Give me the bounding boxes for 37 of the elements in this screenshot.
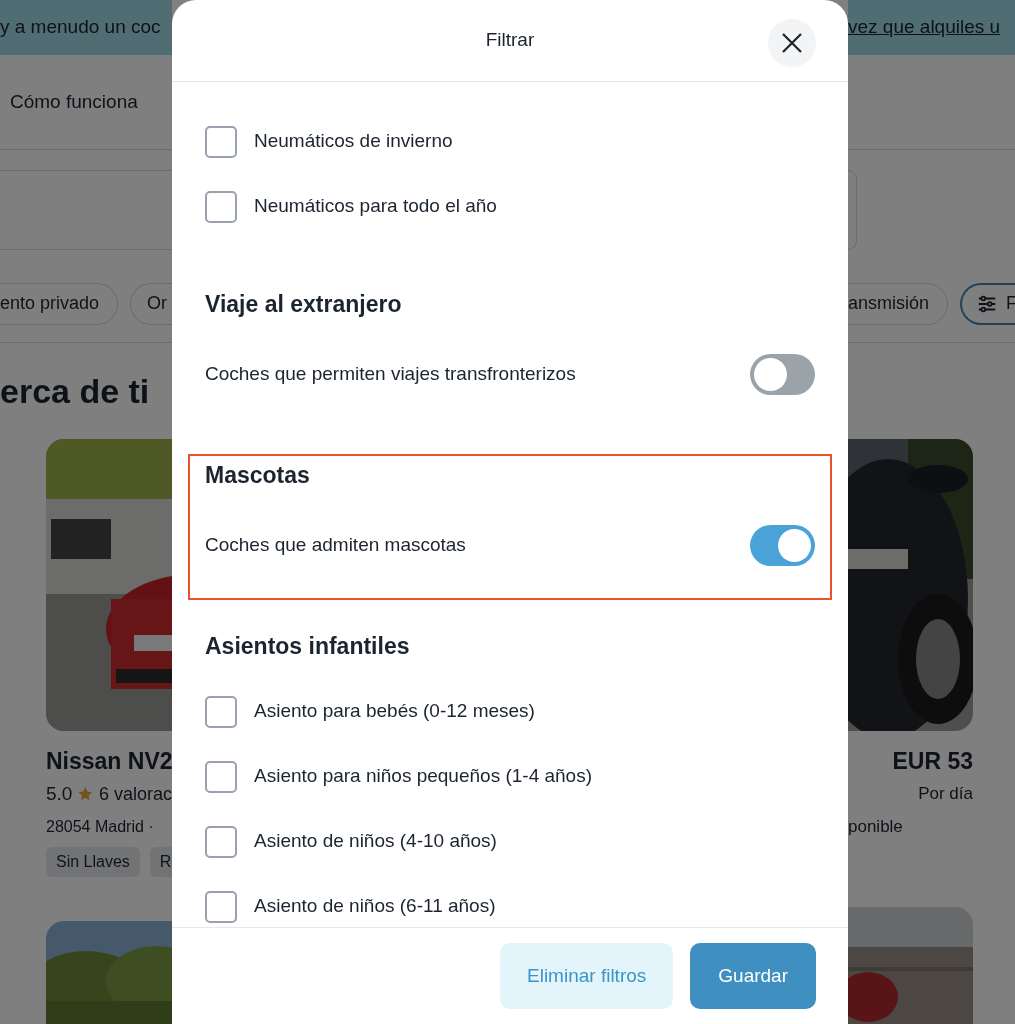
review-count: 6 valorac (98, 782, 172, 806)
nav-link[interactable]: Cómo funciona (10, 87, 138, 117)
option-label: Asiento de niños (6-11 años) (254, 894, 496, 919)
toggle-switch[interactable] (750, 353, 815, 395)
option-label: Asiento para niños pequeños (1-4 años) (254, 764, 592, 789)
checkbox[interactable] (205, 190, 237, 223)
section-heading: Asientos infantiles (205, 631, 411, 661)
save-button[interactable]: Guardar (690, 943, 816, 1009)
banner-text: y a menudo un coc (0, 15, 161, 40)
close-button[interactable] (768, 19, 816, 67)
feature-tag: R (149, 847, 172, 877)
section-heading: Mascotas (205, 460, 311, 490)
banner-link[interactable]: vez que alquiles u (848, 13, 1001, 42)
option-label: Asiento de niños (4-10 años) (254, 829, 497, 854)
price-unit: Por día (918, 783, 973, 806)
section-heading: Viaje al extranjero (205, 289, 403, 319)
availability: ponible (848, 816, 904, 839)
car-location: 28054 Madrid · (46, 817, 155, 837)
option-label: Coches que admiten mascotas (205, 532, 466, 557)
rating: 5.0 (46, 781, 73, 806)
checkbox[interactable] (205, 760, 237, 793)
car-title: Nissan NV2 (46, 747, 172, 776)
dialog-title: Filtrar (485, 28, 535, 53)
option-label: Neumáticos de invierno (254, 129, 453, 154)
price: EUR 53 (892, 747, 973, 776)
close-icon (781, 32, 803, 54)
checkbox[interactable] (205, 890, 237, 923)
option-label: Neumáticos para todo el año (254, 194, 497, 219)
checkbox[interactable] (205, 695, 237, 728)
option-label: Asiento para bebés (0-12 meses) (254, 699, 535, 724)
checkbox[interactable] (205, 825, 237, 858)
option-label: Coches que permiten viajes transfronterizos (205, 361, 576, 386)
checkbox[interactable] (205, 125, 237, 158)
clear-filters-button[interactable]: Eliminar filtros (500, 943, 674, 1009)
toggle-switch[interactable] (750, 524, 815, 566)
feature-tag: Sin Llaves (46, 847, 140, 877)
section-heading: erca de ti (0, 370, 151, 412)
